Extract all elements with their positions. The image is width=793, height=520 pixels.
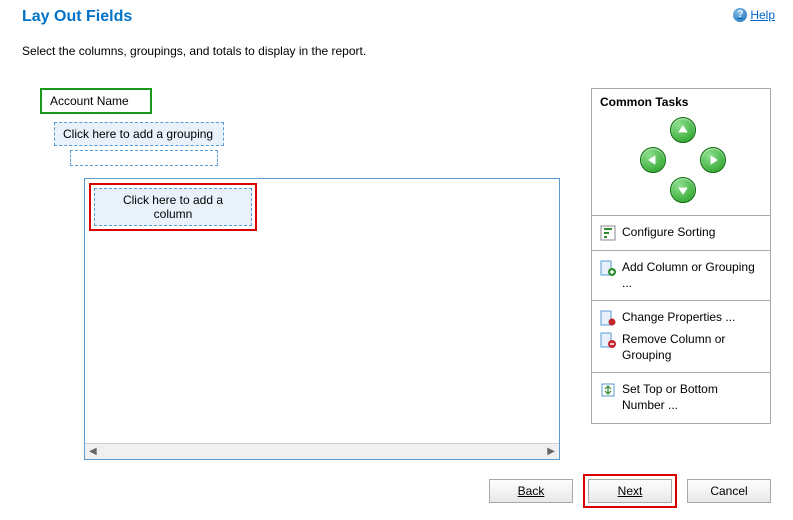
sorting-icon xyxy=(600,225,616,241)
help-link[interactable]: ? Help xyxy=(733,8,775,22)
back-label: Back xyxy=(518,484,545,498)
top-bottom-icon xyxy=(600,382,616,398)
add-grouping-placeholder[interactable]: Click here to add a grouping xyxy=(54,122,224,146)
arrow-down-icon xyxy=(677,184,689,196)
add-column-label: Add Column or Grouping ... xyxy=(622,260,762,291)
instruction-text: Select the columns, groupings, and total… xyxy=(0,26,793,64)
layout-canvas: Click here to add a column ◀ ▶ xyxy=(84,178,560,460)
set-top-bottom-link[interactable]: Set Top or Bottom Number ... xyxy=(600,379,762,416)
change-properties-link[interactable]: Change Properties ... xyxy=(600,307,762,329)
grouping-blank-slot[interactable] xyxy=(70,150,218,166)
add-column-placeholder[interactable]: Click here to add a column xyxy=(94,188,252,226)
move-arrows-pad xyxy=(600,113,762,209)
change-properties-icon xyxy=(600,310,616,326)
scroll-right-icon[interactable]: ▶ xyxy=(547,446,555,457)
arrow-left-icon xyxy=(647,154,659,166)
back-button[interactable]: Back xyxy=(489,479,573,503)
scroll-left-icon[interactable]: ◀ xyxy=(89,446,97,457)
common-tasks-panel: Common Tasks Co xyxy=(591,88,771,424)
move-right-button[interactable] xyxy=(700,147,726,173)
set-top-bottom-label: Set Top or Bottom Number ... xyxy=(622,382,762,413)
next-button[interactable]: Next xyxy=(588,479,672,503)
common-tasks-title: Common Tasks xyxy=(600,95,762,109)
next-label: Next xyxy=(618,484,643,498)
arrow-right-icon xyxy=(707,154,719,166)
change-properties-label: Change Properties ... xyxy=(622,310,735,326)
workspace: Account Name Click here to add a groupin… xyxy=(22,88,771,458)
remove-column-label: Remove Column or Grouping xyxy=(622,332,762,363)
arrow-up-icon xyxy=(677,124,689,136)
primary-field-box[interactable]: Account Name xyxy=(40,88,152,114)
configure-sorting-label: Configure Sorting xyxy=(622,225,715,241)
remove-column-icon xyxy=(600,332,616,348)
move-down-button[interactable] xyxy=(670,177,696,203)
configure-sorting-link[interactable]: Configure Sorting xyxy=(600,222,762,244)
remove-column-grouping-link[interactable]: Remove Column or Grouping xyxy=(600,329,762,366)
move-up-button[interactable] xyxy=(670,117,696,143)
layout-area: Account Name Click here to add a groupin… xyxy=(22,88,562,460)
cancel-button[interactable]: Cancel xyxy=(687,479,771,503)
add-column-icon xyxy=(600,260,616,276)
horizontal-scrollbar[interactable]: ◀ ▶ xyxy=(85,443,559,459)
help-label: Help xyxy=(750,8,775,22)
wizard-buttons: Back Next Cancel xyxy=(489,474,771,508)
column-row-highlight: Click here to add a column xyxy=(89,183,257,231)
cancel-label: Cancel xyxy=(710,484,747,498)
next-button-highlight: Next xyxy=(583,474,677,508)
add-column-grouping-link[interactable]: Add Column or Grouping ... xyxy=(600,257,762,294)
page-title: Lay Out Fields xyxy=(22,8,132,26)
move-left-button[interactable] xyxy=(640,147,666,173)
help-icon: ? xyxy=(733,8,747,22)
